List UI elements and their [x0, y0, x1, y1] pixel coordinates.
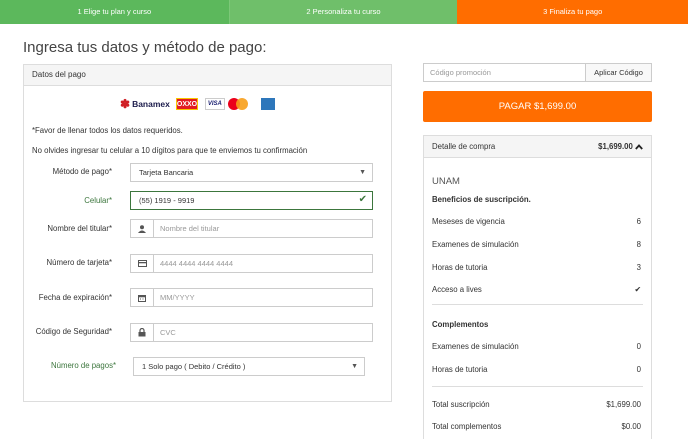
promo-code-input[interactable]: Código promoción [430, 64, 491, 81]
step-1: 1 Elige tu plan y curso [0, 0, 229, 24]
payment-panel-title: Datos del pago [24, 65, 391, 86]
benefits-title: Beneficios de suscripción. [432, 195, 531, 204]
mastercard-logo [227, 98, 249, 110]
benefit-row: Horas de tutoria 3 [432, 263, 641, 272]
banamex-icon: ✽ [120, 97, 131, 111]
purchase-detail-header[interactable]: Detalle de compra $1,699.00 [424, 136, 651, 158]
lock-icon [131, 324, 154, 341]
expiry-input[interactable]: MM/YYYY [130, 288, 373, 307]
method-label: Método de pago* [52, 167, 112, 176]
banamex-logo: ✽ Banamex [120, 97, 170, 111]
payment-method-value: Tarjeta Bancaria [139, 168, 194, 177]
payment-panel: Datos del pago ✽ Banamex OXXO VISA *Favor… [23, 64, 392, 402]
expiry-label: Fecha de expiración* [38, 293, 112, 302]
installments-value: 1 Solo pago ( Debito / Crédito ) [142, 362, 246, 371]
oxxo-logo: OXXO [175, 98, 198, 110]
user-icon [131, 220, 154, 237]
purchase-detail: Detalle de compra $1,699.00 UNAM Benefic… [423, 135, 652, 439]
divider [432, 304, 643, 305]
cvc-placeholder: CVC [160, 328, 176, 337]
holder-label: Nombre del titular* [47, 224, 112, 233]
dropdown-arrow-icon: ▼ [351, 363, 358, 370]
card-label: Número de tarjeta* [46, 258, 112, 267]
total-row: Total suscripción $1,699.00 [432, 400, 641, 409]
complement-row: Horas de tutoria 0 [432, 365, 641, 374]
pay-button[interactable]: PAGAR $1,699.00 [423, 91, 652, 122]
purchase-detail-title: Detalle de compra [432, 142, 496, 151]
holder-placeholder: Nombre del titular [160, 224, 220, 233]
payment-logos: ✽ Banamex OXXO VISA [120, 96, 275, 112]
step-3: 3 Finaliza tu pago [457, 0, 688, 24]
check-circle-icon: ✔ [634, 285, 641, 294]
expiry-placeholder: MM/YYYY [160, 293, 195, 302]
benefit-row: Meseses de vigencia 6 [432, 217, 641, 226]
purchase-detail-amount: $1,699.00 [598, 136, 643, 157]
installments-select[interactable]: 1 Solo pago ( Debito / Crédito ) ▼ [133, 357, 365, 376]
complements-title: Complementos [432, 320, 489, 329]
installments-label: Número de pagos* [50, 361, 116, 370]
apply-code-button[interactable]: Aplicar Código [585, 64, 651, 81]
cvc-input[interactable]: CVC [130, 323, 373, 342]
brand-name: UNAM [432, 176, 460, 187]
page-title: Ingresa tus datos y método de pago: [23, 39, 267, 56]
divider [432, 386, 643, 387]
promo-code-group: Código promoción Aplicar Código [423, 63, 652, 82]
amex-logo [260, 98, 275, 110]
payment-method-select[interactable]: Tarjeta Bancaria ▼ [130, 163, 373, 182]
credit-card-icon [131, 255, 154, 272]
check-icon: ✔ [358, 194, 367, 205]
step-2: 2 Personaliza tu curso [228, 0, 458, 24]
holder-name-input[interactable]: Nombre del titular [130, 219, 373, 238]
progress-steps: 1 Elige tu plan y curso 2 Personaliza tu… [0, 0, 688, 24]
phone-value: (55) 1919 - 9919 [139, 196, 195, 205]
phone-note: No olvides ingresar tu celular a 10 dígi… [32, 146, 308, 155]
complement-row: Examenes de simulación 0 [432, 342, 641, 351]
chevron-up-icon [635, 144, 643, 150]
total-row: Total complementos $0.00 [432, 422, 641, 431]
required-note: *Favor de llenar todos los datos requeri… [32, 126, 183, 135]
benefit-row: Acceso a lives ✔ [432, 285, 641, 294]
phone-input[interactable]: (55) 1919 - 9919 ✔ [130, 191, 373, 210]
dropdown-arrow-icon: ▼ [359, 169, 366, 176]
cvc-label: Código de Seguridad* [35, 327, 112, 336]
calendar-icon [131, 289, 154, 306]
card-number-input[interactable]: 4444 4444 4444 4444 [130, 254, 373, 273]
benefit-row: Examenes de simulación 8 [432, 240, 641, 249]
visa-logo: VISA [204, 98, 225, 110]
card-placeholder: 4444 4444 4444 4444 [160, 259, 233, 268]
phone-label: Celular* [84, 196, 112, 205]
